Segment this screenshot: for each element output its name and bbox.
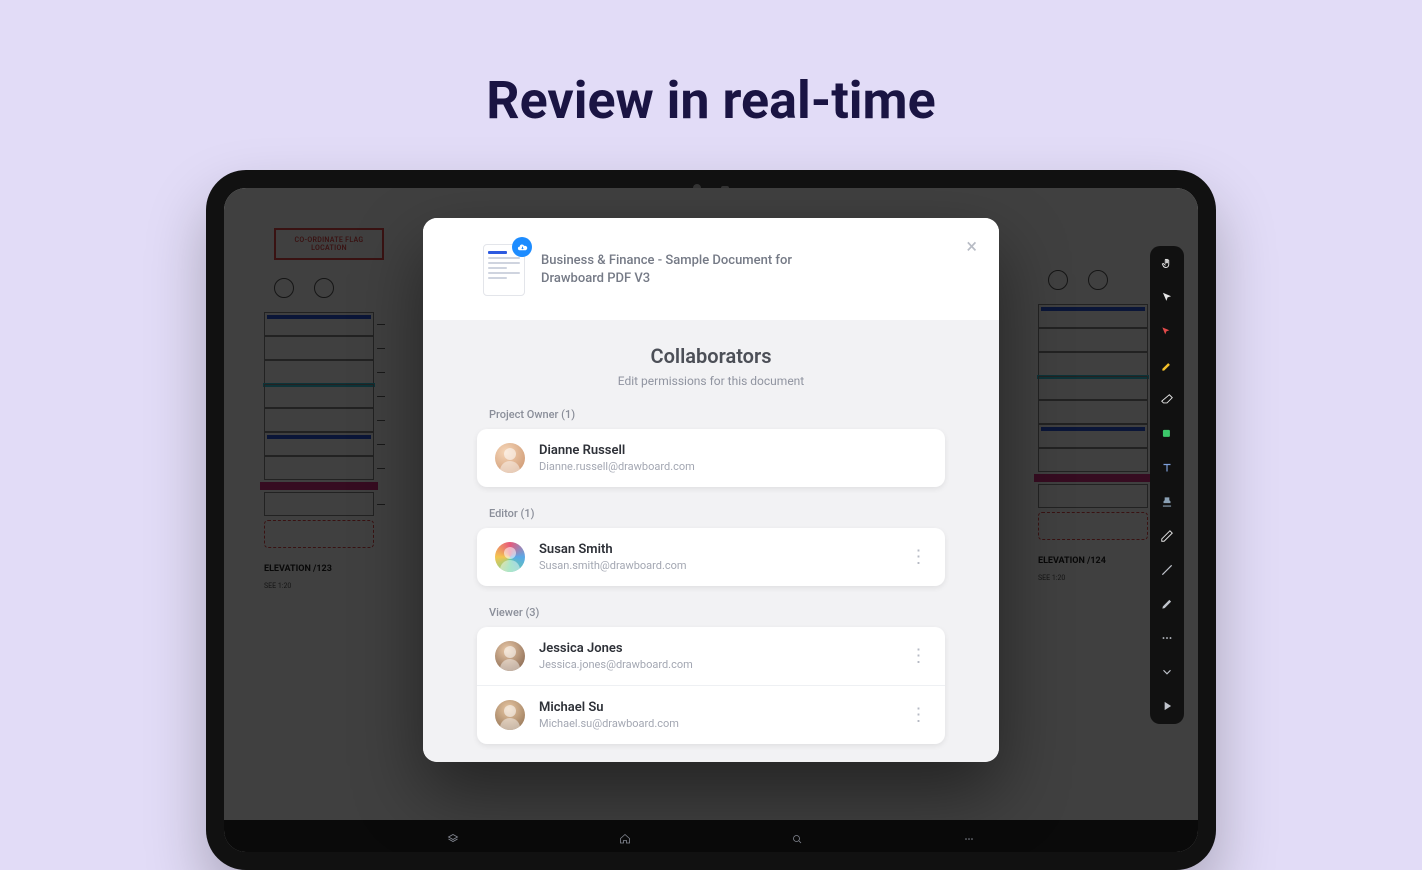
home-icon[interactable]	[619, 830, 631, 842]
user-name: Dianne Russell	[539, 443, 695, 458]
hand-icon[interactable]	[1159, 256, 1175, 272]
hero-title: Review in real-time	[0, 70, 1422, 131]
measure-icon[interactable]	[1159, 528, 1175, 544]
highlighter-icon[interactable]	[1159, 358, 1175, 374]
eraser-icon[interactable]	[1159, 392, 1175, 408]
document-title: Business & Finance - Sample Document for…	[541, 252, 851, 288]
bottom-bar	[224, 820, 1198, 852]
user-email: Jessica.jones@drawboard.com	[539, 658, 693, 671]
right-toolbar	[1150, 246, 1184, 724]
chevron-down-icon[interactable]	[1159, 664, 1175, 680]
menu-icon[interactable]	[963, 830, 975, 842]
user-group-card: Jessica Jones Jessica.jones@drawboard.com…	[477, 627, 945, 744]
more-icon[interactable]: ⋮	[909, 547, 929, 568]
user-group-card: Susan Smith Susan.smith@drawboard.com ⋮	[477, 528, 945, 586]
group-label: Editor (1)	[489, 507, 959, 520]
section-subtitle: Edit permissions for this document	[463, 374, 959, 388]
user-name: Michael Su	[539, 700, 679, 715]
user-email: Michael.su@drawboard.com	[539, 717, 679, 730]
avatar	[495, 542, 525, 572]
close-icon[interactable]: ×	[966, 236, 977, 256]
user-email: Dianne.russell@drawboard.com	[539, 460, 695, 473]
user-name: Jessica Jones	[539, 641, 693, 656]
tablet-frame: CO-ORDINATE FLAG LOCATION ELEVATION /123…	[206, 170, 1216, 870]
group-label: Viewer (3)	[489, 606, 959, 619]
more-icon[interactable]	[1159, 630, 1175, 646]
user-row[interactable]: Michael Su Michael.su@drawboard.com ⋮	[477, 685, 945, 744]
pen-icon[interactable]	[1159, 596, 1175, 612]
user-row[interactable]: Dianne Russell Dianne.russell@drawboard.c…	[477, 429, 945, 487]
cloud-icon	[512, 237, 532, 257]
document-thumbnail	[483, 244, 525, 296]
app-screen: CO-ORDINATE FLAG LOCATION ELEVATION /123…	[224, 188, 1198, 852]
user-row[interactable]: Susan Smith Susan.smith@drawboard.com ⋮	[477, 528, 945, 586]
stamp-icon[interactable]	[1159, 494, 1175, 510]
group-label: Project Owner (1)	[489, 408, 959, 421]
section-title: Collaborators	[463, 344, 959, 368]
collaborators-modal: × Business & Finance - Sample Document f…	[423, 218, 999, 762]
line-icon[interactable]	[1159, 562, 1175, 578]
text-icon[interactable]	[1159, 460, 1175, 476]
cursor-icon[interactable]	[1159, 290, 1175, 306]
user-name: Susan Smith	[539, 542, 687, 557]
shape-icon[interactable]	[1159, 426, 1175, 442]
pointer-icon[interactable]	[1159, 324, 1175, 340]
user-email: Susan.smith@drawboard.com	[539, 559, 687, 572]
more-icon[interactable]: ⋮	[909, 646, 929, 667]
search-icon[interactable]	[791, 830, 803, 842]
layers-icon[interactable]	[447, 830, 459, 842]
avatar	[495, 700, 525, 730]
modal-body: Collaborators Edit permissions for this …	[423, 320, 999, 762]
avatar	[495, 641, 525, 671]
play-icon[interactable]	[1159, 698, 1175, 714]
user-group-card: Dianne Russell Dianne.russell@drawboard.c…	[477, 429, 945, 487]
avatar	[495, 443, 525, 473]
modal-header: Business & Finance - Sample Document for…	[423, 218, 999, 320]
more-icon[interactable]: ⋮	[909, 705, 929, 726]
user-row[interactable]: Jessica Jones Jessica.jones@drawboard.com…	[477, 627, 945, 685]
